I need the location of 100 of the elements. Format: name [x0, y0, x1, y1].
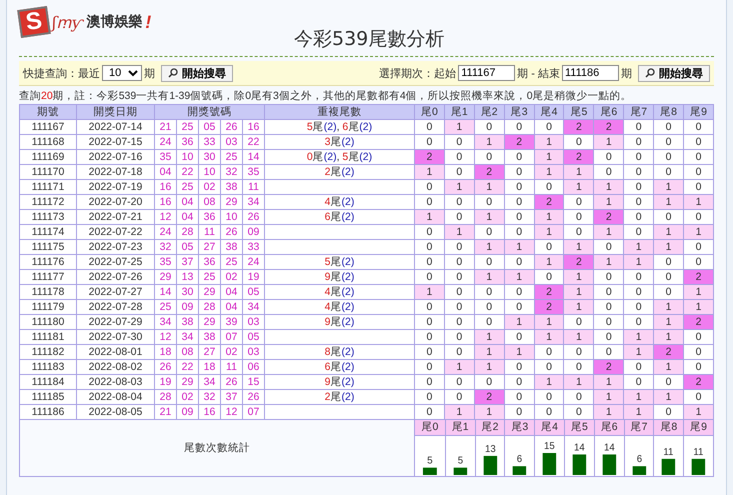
tail-count-cell: 1 — [474, 210, 504, 224]
tail-count-cell: 2 — [534, 300, 564, 314]
number-cell: 22 — [176, 360, 198, 374]
number-cell: 14 — [154, 284, 176, 300]
tail-count-cell: 1 — [414, 164, 444, 180]
tail-count-cell: 0 — [504, 390, 534, 404]
tail-count-cell: 0 — [414, 360, 444, 374]
repeat-cell: 2尾(2) — [264, 390, 414, 404]
number-cell: 32 — [220, 164, 242, 180]
summary-label: 尾數次數統計 — [20, 420, 414, 476]
chart-category: 尾5 — [564, 420, 594, 436]
date-cell: 2022-07-30 — [76, 330, 154, 344]
date-cell: 2022-07-26 — [76, 270, 154, 284]
tail-count-cell: 2 — [474, 164, 504, 180]
date-cell: 2022-08-01 — [76, 344, 154, 360]
note-text: 查詢20期，註：今彩539一共有1-39個號碼，除0尾有3個之外，其他的尾數都有4個，所以按照機率來說，0尾是稍微少一點的。 — [19, 89, 633, 104]
number-cell: 29 — [176, 374, 198, 390]
date-cell: 2022-07-21 — [76, 210, 154, 224]
column-header: 開獎號碼 — [154, 104, 264, 120]
number-cell: 27 — [198, 344, 220, 360]
chart-category: 尾2 — [474, 420, 504, 436]
tail-count-cell: 2 — [564, 120, 594, 134]
tail-count-cell: 1 — [444, 120, 474, 134]
number-cell: 09 — [176, 300, 198, 314]
tail-count-cell: 1 — [564, 240, 594, 254]
chart-category: 尾3 — [504, 420, 534, 436]
number-cell: 18 — [198, 360, 220, 374]
number-cell: 28 — [176, 224, 198, 240]
number-cell: 10 — [220, 210, 242, 224]
search-button[interactable]: 開始搜尋 — [638, 64, 710, 82]
search-button[interactable]: 開始搜尋 — [161, 64, 233, 82]
tail-count-cell: 1 — [444, 360, 474, 374]
tail-count-cell: 0 — [414, 240, 444, 254]
repeat-cell: 4尾(2) — [264, 284, 414, 300]
period-cell: 111179 — [20, 300, 76, 314]
tail-count-cell: 0 — [504, 360, 534, 374]
repeat-cell: 4尾(2) — [264, 300, 414, 314]
number-cell: 22 — [176, 164, 198, 180]
column-header: 尾5 — [564, 104, 594, 120]
tail-count-cell: 1 — [534, 314, 564, 330]
tail-count-cell: 1 — [504, 240, 534, 254]
tail-count-cell: 0 — [594, 314, 624, 330]
tail-count-cell: 2 — [534, 194, 564, 210]
tail-count-cell: 2 — [504, 134, 534, 150]
number-cell: 06 — [242, 360, 264, 374]
number-cell: 11 — [220, 360, 242, 374]
date-cell: 2022-07-27 — [76, 284, 154, 300]
tail-count-cell: 1 — [414, 284, 444, 300]
date-cell: 2022-07-16 — [76, 150, 154, 164]
number-cell: 16 — [154, 194, 176, 210]
end-field[interactable]: 111186 — [562, 65, 619, 81]
period-cell: 111175 — [20, 240, 76, 254]
tail-count-cell: 0 — [684, 330, 714, 344]
period-select[interactable]: 10 — [102, 65, 142, 81]
tail-count-cell: 0 — [414, 254, 444, 270]
period-cell: 111170 — [20, 164, 76, 180]
start-field[interactable]: 111167 — [458, 65, 516, 81]
tail-count-cell: 0 — [624, 164, 654, 180]
number-cell: 15 — [242, 374, 264, 390]
date-cell: 2022-07-14 — [76, 120, 154, 134]
tail-count-cell: 0 — [504, 164, 534, 180]
period-cell: 111173 — [20, 210, 76, 224]
number-cell: 35 — [154, 254, 176, 270]
number-cell: 36 — [198, 254, 220, 270]
repeat-cell: 2尾(2) — [264, 164, 414, 180]
number-cell: 04 — [154, 164, 176, 180]
tail-count-cell: 1 — [684, 284, 714, 300]
number-cell: 11 — [242, 180, 264, 194]
tail-count-cell: 0 — [534, 344, 564, 360]
tail-count-cell: 0 — [624, 210, 654, 224]
tail-count-cell: 0 — [444, 150, 474, 164]
tail-count-cell: 0 — [444, 270, 474, 284]
quick-label: 快捷查詢：最近 — [23, 66, 100, 80]
number-cell: 03 — [242, 314, 264, 330]
bar-value: 15 — [544, 440, 555, 452]
number-cell: 30 — [198, 150, 220, 164]
number-cell: 05 — [242, 284, 264, 300]
chart-category: 尾8 — [653, 420, 684, 436]
chart-bar — [602, 454, 616, 475]
tail-count-cell: 0 — [504, 210, 534, 224]
tail-count-cell: 0 — [624, 134, 654, 150]
tail-count-cell: 0 — [594, 150, 624, 164]
tail-count-cell: 0 — [684, 150, 714, 164]
column-header: 尾0 — [414, 104, 444, 120]
page-title: 今彩539尾數分析 — [294, 27, 444, 52]
tail-count-cell: 1 — [654, 300, 684, 314]
tail-count-cell: 1 — [654, 330, 684, 344]
tail-count-cell: 1 — [594, 374, 624, 390]
number-cell: 16 — [242, 120, 264, 134]
tail-count-cell: 0 — [564, 344, 594, 360]
tail-count-cell: 0 — [684, 240, 714, 254]
tail-count-cell: 0 — [594, 270, 624, 284]
number-cell: 38 — [220, 180, 242, 194]
tail-count-cell: 1 — [474, 240, 504, 254]
number-cell: 36 — [198, 210, 220, 224]
number-cell: 22 — [242, 134, 264, 150]
number-cell: 34 — [242, 300, 264, 314]
number-cell: 19 — [154, 374, 176, 390]
number-cell: 29 — [198, 314, 220, 330]
tail-count-cell: 1 — [594, 180, 624, 194]
